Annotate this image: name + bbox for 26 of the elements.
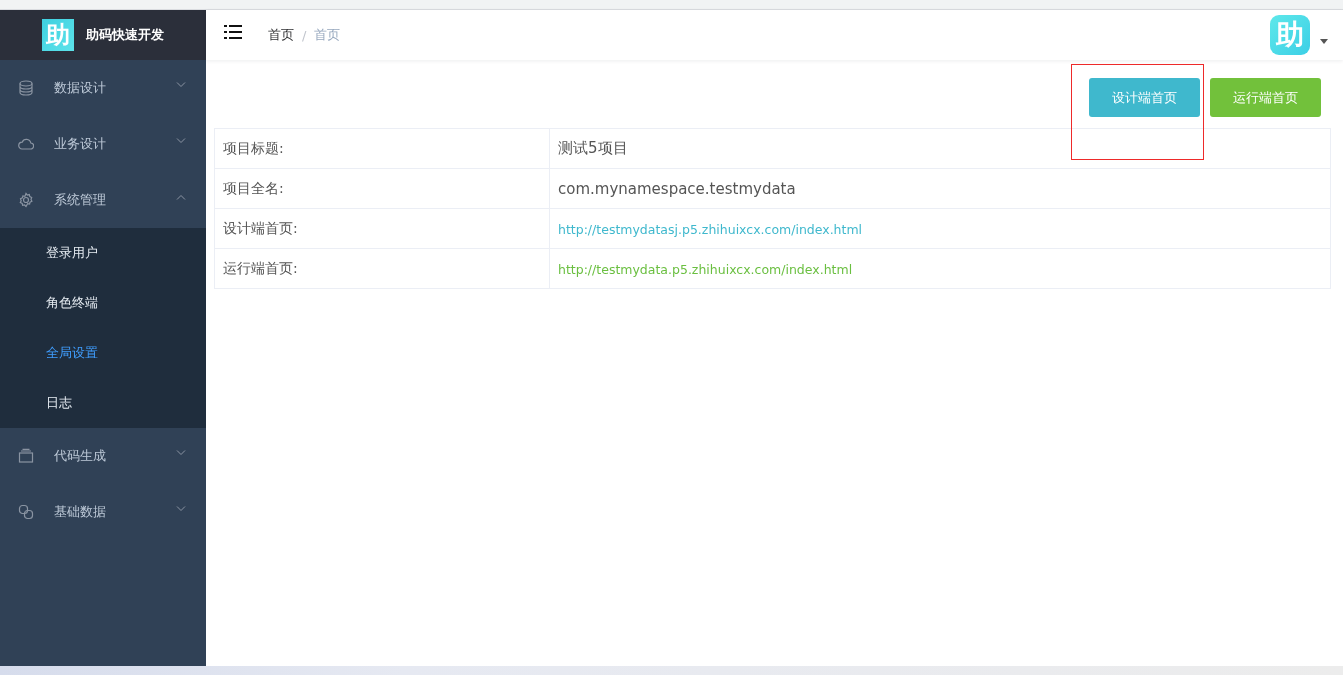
value-cell: 测试5项目	[549, 128, 1331, 169]
label-cell: 设计端首页:	[214, 208, 550, 249]
label-cell: 运行端首页:	[214, 248, 550, 289]
sidebar-menu-item[interactable]: 数据设计	[0, 60, 206, 116]
sidebar-menu-item[interactable]: 代码生成	[0, 428, 206, 484]
sidebar-menu-item[interactable]: 系统管理	[0, 172, 206, 228]
link-icon	[18, 504, 34, 520]
sidebar-menu-item[interactable]: 业务设计	[0, 116, 206, 172]
value-cell: com.mynamespace.testmydata	[549, 168, 1331, 209]
label-cell: 项目标题:	[214, 128, 550, 169]
tray-icon	[18, 448, 34, 464]
breadcrumb-link[interactable]: 首页	[268, 26, 294, 44]
label-cell: 项目全名:	[214, 168, 550, 209]
submenu-item[interactable]: 登录用户	[0, 228, 206, 278]
logo-icon: 助	[42, 19, 74, 51]
app-title: 助码快速开发	[86, 26, 164, 44]
submenu-item[interactable]: 角色终端	[0, 278, 206, 328]
submenu-item[interactable]: 日志	[0, 378, 206, 428]
database-icon	[18, 80, 34, 96]
cloud-icon	[18, 136, 34, 152]
sidebar-menu-item[interactable]: 基础数据	[0, 484, 206, 540]
menu-icon[interactable]	[224, 25, 242, 39]
submenu-item[interactable]: 全局设置	[0, 328, 206, 378]
breadcrumb-separator: /	[302, 27, 307, 43]
settings-icon	[18, 192, 34, 208]
caret-icon[interactable]	[1320, 38, 1328, 44]
